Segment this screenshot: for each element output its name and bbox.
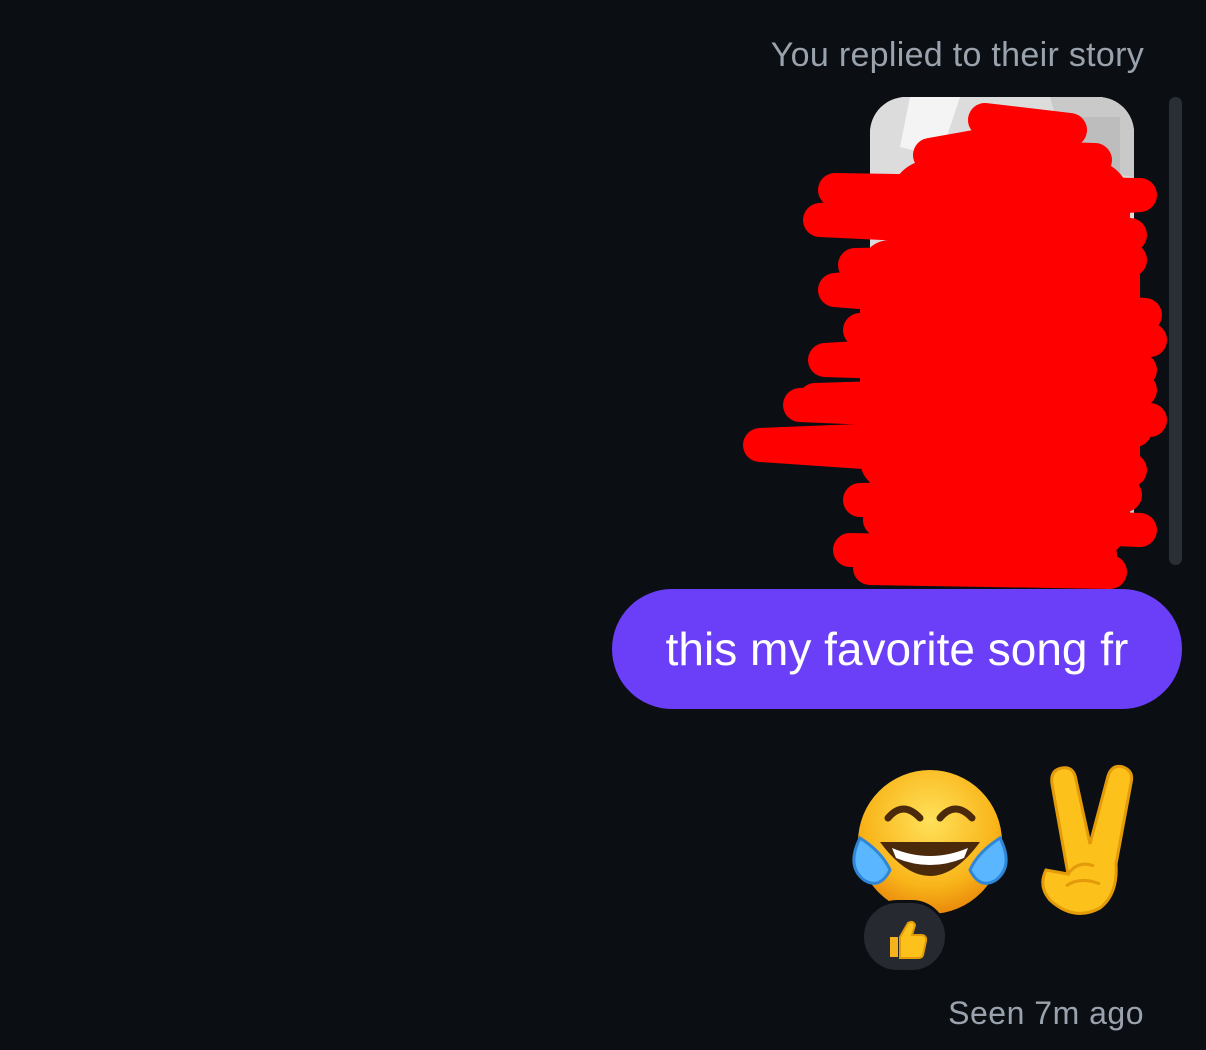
thumbs-up-icon: [890, 920, 928, 959]
victory-hand-icon: [1041, 764, 1134, 915]
scrollbar[interactable]: [1169, 97, 1182, 565]
dm-thread: You replied to their story this my favor…: [0, 0, 1206, 1050]
story-image: [870, 97, 1134, 552]
face-with-tears-of-joy-icon: [852, 770, 1008, 914]
seen-status: Seen 7m ago: [948, 995, 1144, 1031]
emoji-message[interactable]: [848, 760, 1158, 920]
message-bubble[interactable]: this my favorite song fr: [612, 589, 1182, 709]
story-thumbnail[interactable]: [870, 97, 1134, 552]
story-reply-caption: You replied to their story: [770, 36, 1144, 74]
reaction-chip[interactable]: [861, 900, 948, 973]
